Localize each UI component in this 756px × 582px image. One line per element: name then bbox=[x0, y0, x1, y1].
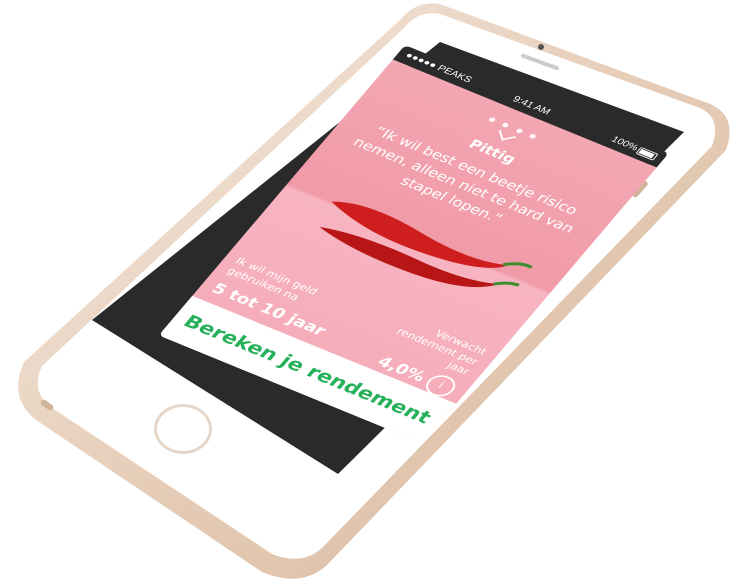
carousel-dot[interactable] bbox=[488, 116, 497, 123]
scene: ●●●●● PEAKS 9:41 AM 100% Pittig “Ik wil … bbox=[0, 0, 756, 582]
carousel-dot[interactable] bbox=[514, 127, 524, 134]
front-camera bbox=[538, 44, 544, 50]
chevron-down-icon[interactable] bbox=[498, 127, 517, 141]
carousel-dot[interactable] bbox=[527, 133, 537, 140]
home-button[interactable] bbox=[154, 404, 212, 454]
